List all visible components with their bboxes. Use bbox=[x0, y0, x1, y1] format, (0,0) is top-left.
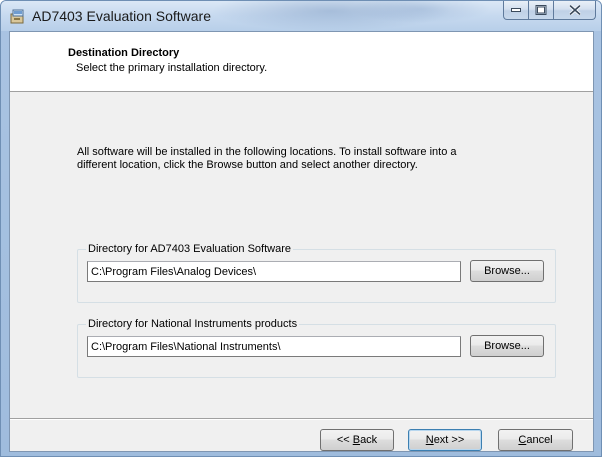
installer-icon bbox=[10, 9, 26, 24]
next-button[interactable]: Next >> bbox=[408, 429, 482, 451]
window-title: AD7403 Evaluation Software bbox=[32, 8, 211, 24]
page-subtitle: Select the primary installation director… bbox=[76, 62, 268, 74]
intro-line-2: different location, click the Browse but… bbox=[77, 159, 418, 171]
ni-directory-field[interactable] bbox=[87, 336, 461, 357]
minimize-button[interactable] bbox=[503, 1, 529, 20]
ni-directory-legend: Directory for National Instruments produ… bbox=[86, 318, 300, 330]
installer-window: AD7403 Evaluation Software Destination D… bbox=[0, 0, 602, 457]
close-icon bbox=[569, 5, 580, 15]
maximize-icon bbox=[535, 5, 547, 15]
dialog-client-area: Destination Directory Select the primary… bbox=[9, 31, 594, 452]
maximize-button[interactable] bbox=[529, 1, 554, 20]
title-bar[interactable]: AD7403 Evaluation Software bbox=[1, 1, 601, 31]
next-label-mnemonic: N bbox=[425, 434, 434, 446]
cancel-button[interactable]: Cancel bbox=[498, 429, 573, 451]
page-title: Destination Directory bbox=[68, 47, 180, 59]
footer-divider bbox=[10, 418, 593, 420]
ad7403-directory-group: Directory for AD7403 Evaluation Software… bbox=[77, 243, 556, 303]
ni-directory-group: Directory for National Instruments produ… bbox=[77, 318, 556, 378]
back-label-mnemonic: B bbox=[352, 434, 361, 446]
back-label-rest: ack bbox=[360, 434, 378, 446]
back-label-prefix: << bbox=[336, 434, 353, 446]
close-button[interactable] bbox=[554, 1, 596, 20]
minimize-icon bbox=[511, 8, 521, 12]
back-button[interactable]: << Back bbox=[320, 429, 394, 451]
ad7403-browse-button[interactable]: Browse... bbox=[470, 260, 544, 282]
cancel-label-rest: ancel bbox=[526, 434, 553, 446]
caption-buttons bbox=[503, 1, 596, 21]
wizard-header: Destination Directory Select the primary… bbox=[10, 32, 593, 92]
ad7403-directory-legend: Directory for AD7403 Evaluation Software bbox=[86, 243, 293, 255]
ad7403-directory-field[interactable] bbox=[87, 261, 461, 282]
next-label-rest: ext >> bbox=[433, 434, 465, 446]
intro-line-1: All software will be installed in the fo… bbox=[77, 146, 457, 158]
ni-browse-button[interactable]: Browse... bbox=[470, 335, 544, 357]
intro-text: All software will be installed in the fo… bbox=[77, 146, 507, 172]
